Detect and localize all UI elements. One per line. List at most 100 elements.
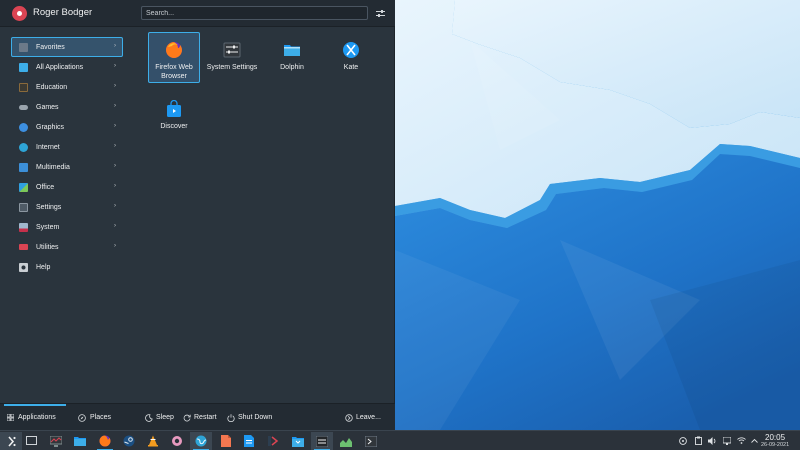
favorite-firefox[interactable]: Firefox Web Browser xyxy=(148,32,200,83)
category-label: Graphics xyxy=(36,123,65,131)
category-office[interactable]: Office › xyxy=(11,177,123,197)
clock-date[interactable]: 26-09-2021 xyxy=(761,442,789,448)
category-label: Internet xyxy=(36,143,60,151)
terminal-settings-icon xyxy=(316,435,328,447)
category-internet[interactable]: Internet › xyxy=(11,137,123,157)
category-settings[interactable]: Settings › xyxy=(11,197,123,217)
discover-icon xyxy=(167,100,181,117)
favorite-label: Kate xyxy=(343,64,359,71)
tray-volume[interactable] xyxy=(707,435,717,446)
palette-icon xyxy=(19,122,28,132)
tray-help[interactable] xyxy=(678,435,688,446)
restart-label: Restart xyxy=(194,414,217,421)
blackboard-icon xyxy=(19,82,28,92)
category-system[interactable]: System › xyxy=(11,217,123,237)
taskbar-tellico[interactable] xyxy=(166,432,188,450)
category-graphics[interactable]: Graphics › xyxy=(11,117,123,137)
help-icon xyxy=(19,262,28,272)
favorite-system-settings[interactable]: System Settings xyxy=(206,32,258,83)
launcher-header: Roger Bodger xyxy=(0,0,395,27)
terminal-icon xyxy=(365,435,377,447)
taskbar-dolphin[interactable] xyxy=(69,432,91,450)
favorite-kate[interactable]: Kate xyxy=(325,32,377,83)
category-utilities[interactable]: Utilities › xyxy=(11,237,123,257)
steam-icon xyxy=(123,435,135,447)
category-all-applications[interactable]: All Applications › xyxy=(11,57,123,77)
globe-icon xyxy=(195,435,207,447)
git-icon xyxy=(268,436,279,446)
restart-button[interactable]: Restart xyxy=(183,411,217,424)
kde-launcher-icon xyxy=(7,435,16,447)
clock-time[interactable]: 20:05 xyxy=(765,433,785,442)
favorite-label: Firefox Web Browser xyxy=(155,64,193,80)
taskbar-launcher-button[interactable] xyxy=(0,432,22,450)
category-games[interactable]: Games › xyxy=(11,97,123,117)
chevron-right-icon: › xyxy=(114,143,116,149)
category-education[interactable]: Education › xyxy=(11,77,123,97)
vlc-cone-icon xyxy=(148,435,158,447)
expand-tray-icon xyxy=(750,438,758,443)
power-icon xyxy=(227,413,235,422)
configure-button[interactable] xyxy=(374,7,387,20)
settings-icon xyxy=(19,202,28,212)
category-multimedia[interactable]: Multimedia › xyxy=(11,157,123,177)
chevron-right-icon: › xyxy=(114,243,116,249)
chart-icon xyxy=(340,437,352,447)
taskbar-terminal-settings[interactable] xyxy=(311,432,333,450)
category-label: System xyxy=(36,223,60,231)
leave-icon xyxy=(345,413,353,422)
taskbar-web-browser[interactable] xyxy=(190,432,212,450)
sleep-button[interactable]: Sleep xyxy=(145,411,174,424)
tray-expand[interactable] xyxy=(749,435,759,446)
firefox-icon xyxy=(166,42,182,58)
grid-icon xyxy=(7,414,14,421)
category-label: Utilities xyxy=(36,243,59,251)
shutdown-label: Shut Down xyxy=(238,414,273,421)
taskbar-version-control[interactable] xyxy=(262,432,284,450)
shutdown-button[interactable]: Shut Down xyxy=(227,411,272,424)
taskbar-document-viewer[interactable] xyxy=(215,432,237,450)
user-avatar[interactable] xyxy=(12,6,27,21)
taskbar: 20:05 26-09-2021 xyxy=(0,430,800,450)
taskbar-writer[interactable] xyxy=(238,432,260,450)
tab-places[interactable]: Places xyxy=(78,404,111,431)
category-label: Favorites xyxy=(36,43,65,51)
compass-icon xyxy=(78,413,86,422)
chevron-right-icon: › xyxy=(114,43,116,49)
leave-button[interactable]: Leave... xyxy=(345,411,381,424)
tray-network[interactable] xyxy=(722,435,732,446)
tab-applications[interactable]: Applications xyxy=(4,404,66,431)
chevron-right-icon: › xyxy=(114,203,116,209)
sleep-label: Sleep xyxy=(156,414,174,421)
search-input[interactable] xyxy=(141,6,368,20)
taskbar-system-monitor[interactable] xyxy=(45,432,67,450)
tab-label: Places xyxy=(90,414,112,421)
chevron-right-icon: › xyxy=(114,83,116,89)
favorite-dolphin[interactable]: Dolphin xyxy=(266,32,318,83)
chevron-right-icon: › xyxy=(114,63,116,69)
document-orange-icon xyxy=(221,435,231,447)
dolphin-folder-icon xyxy=(74,437,86,446)
grid-icon xyxy=(19,62,28,72)
kate-icon xyxy=(343,42,359,58)
chevron-right-icon: › xyxy=(114,123,116,129)
tray-wifi[interactable] xyxy=(736,435,746,446)
category-help[interactable]: Help xyxy=(11,257,123,277)
taskbar-vlc[interactable] xyxy=(142,432,164,450)
taskbar-steam[interactable] xyxy=(118,432,140,450)
taskbar-kontact[interactable] xyxy=(287,432,309,450)
favorite-label: System Settings xyxy=(206,64,258,71)
taskbar-charts[interactable] xyxy=(335,432,357,450)
launcher-footer: Applications Places Sleep Restart Shut D… xyxy=(0,403,395,430)
tray-clipboard[interactable] xyxy=(693,435,703,446)
category-label: Education xyxy=(36,83,68,91)
taskbar-show-desktop[interactable] xyxy=(20,432,42,450)
category-label: Office xyxy=(36,183,55,191)
taskbar-terminal[interactable] xyxy=(360,432,382,450)
category-favorites[interactable]: Favorites › xyxy=(11,37,123,57)
taskbar-firefox[interactable] xyxy=(94,432,116,450)
tellico-icon xyxy=(172,436,182,446)
user-name: Roger Bodger xyxy=(33,7,93,18)
favorite-discover[interactable]: Discover xyxy=(148,91,200,142)
chevron-right-icon: › xyxy=(114,103,116,109)
